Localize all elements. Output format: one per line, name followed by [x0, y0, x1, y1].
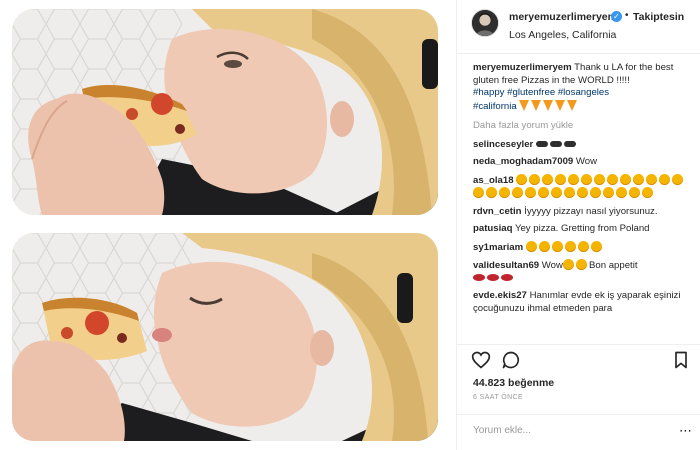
comment-username[interactable]: rdvn_cetin: [473, 206, 522, 217]
pizza-icon: [543, 99, 554, 111]
grin-emoji-icon: [486, 187, 497, 198]
verified-badge-icon: ✓: [611, 11, 622, 22]
comment-text-after: Bon appetit: [588, 260, 638, 271]
grin-emoji-icon: [646, 173, 658, 185]
lips-icon: [501, 273, 513, 281]
grin-emoji-icon: [538, 187, 549, 198]
grin-emoji-icon: [499, 187, 510, 198]
grin-emoji-icon: [594, 173, 606, 185]
comment: rdvn_cetin İyyyyy pizzayı nasıl yiyorsun…: [473, 206, 695, 219]
grin-emoji-icon: [603, 187, 614, 198]
grin-emoji-icon: [616, 187, 627, 198]
caption: meryemuzerlimeryem Thank u LA for the be…: [473, 62, 695, 113]
comment: sy1mariam: [473, 240, 695, 255]
grin-emoji-icon: [525, 240, 537, 252]
post-location[interactable]: Los Angeles, California: [509, 29, 616, 41]
comment-text: Wow: [575, 156, 598, 167]
following-button[interactable]: Takiptesin: [633, 11, 684, 23]
grin-emoji-icon: [633, 173, 645, 185]
grin-emoji-icon: [564, 187, 575, 198]
lips-icon: [473, 273, 485, 281]
hashtag-link[interactable]: #california: [473, 101, 517, 112]
comment: validesultan69 Wow Bon appetit: [473, 259, 695, 285]
grin-emoji-icon: [590, 240, 602, 252]
comment-username[interactable]: validesultan69: [473, 260, 539, 271]
lips-icon: [487, 273, 499, 281]
post-author-username[interactable]: meryemuzerlimeryem: [509, 11, 617, 23]
comment-text: Yey pizza. Gretting from Poland: [514, 223, 650, 234]
pizza-icon: [555, 99, 566, 111]
grin-emoji-icon: [577, 187, 588, 198]
comment-username[interactable]: selinceseyler: [473, 139, 533, 150]
grin-emoji-icon: [659, 173, 671, 185]
hashtag-link[interactable]: #happy: [473, 87, 504, 98]
separator-dot: •: [625, 10, 629, 21]
grin-emoji-icon: [577, 240, 589, 252]
sunglasses-icon: [563, 140, 576, 147]
grin-emoji-icon: [555, 173, 567, 185]
add-comment-bar: ⋯: [457, 414, 700, 450]
grin-emoji-icon: [562, 259, 574, 270]
grin-emoji-icon: [568, 173, 580, 185]
grin-emoji-group: [525, 240, 604, 253]
grin-emoji-icon: [473, 187, 484, 198]
like-heart-icon[interactable]: [471, 350, 491, 370]
comment-username[interactable]: sy1mariam: [473, 242, 523, 253]
pizza-icon: [567, 99, 578, 111]
sunglasses-icon: [535, 140, 548, 147]
grin-emoji-icon: [551, 187, 562, 198]
photo-top-woman-eating-pizza: [12, 9, 438, 215]
grin-emoji-icon: [672, 173, 684, 185]
comment: evde.ekis27 Hanımlar evde ek iş yaparak …: [473, 290, 695, 315]
hashtag-link[interactable]: #losangeles: [558, 87, 609, 98]
grin-emoji-icon: [529, 173, 541, 185]
comment-username[interactable]: neda_moghadam7009: [473, 156, 573, 167]
comment-username[interactable]: as_ola18: [473, 175, 514, 186]
pizza-emoji-group: [519, 99, 579, 112]
add-comment-input[interactable]: [473, 425, 663, 436]
grin-emoji-icon: [607, 173, 619, 185]
comment-text: Wow: [541, 260, 563, 271]
comments-list: meryemuzerlimeryem Thank u LA for the be…: [473, 62, 695, 342]
pizza-icon: [531, 99, 542, 111]
grin-emoji-icon: [542, 173, 554, 185]
comment-username[interactable]: evde.ekis27: [473, 290, 527, 301]
more-options-icon[interactable]: ⋯: [679, 423, 692, 439]
grin-emoji-icon: [538, 240, 550, 252]
post-side-panel: meryemuzerlimeryem ✓ • Takiptesin Los An…: [456, 0, 700, 450]
grin-emoji-icon: [629, 187, 640, 198]
grin-emoji-icon: [551, 240, 563, 252]
post-header: meryemuzerlimeryem ✓ • Takiptesin Los An…: [457, 0, 700, 54]
grin-emoji-icon: [620, 173, 632, 185]
avatar[interactable]: [471, 9, 499, 37]
grin-emoji-icon: [642, 187, 653, 198]
action-bar: [457, 344, 700, 370]
comment: patusiaq Yey pizza. Gretting from Poland: [473, 223, 695, 236]
load-more-comments-link[interactable]: Daha fazla yorum yükle: [473, 120, 695, 133]
caption-username[interactable]: meryemuzerlimeryem: [473, 62, 572, 73]
hashtag-link[interactable]: #glutenfree: [507, 87, 555, 98]
bookmark-icon[interactable]: [671, 350, 691, 370]
photo-bottom-woman-kissing-pizza: [12, 233, 438, 441]
grin-emoji-icon: [590, 187, 601, 198]
pizza-icon: [519, 99, 530, 111]
sunglasses-icon: [549, 140, 562, 147]
grin-emoji-icon: [564, 240, 576, 252]
comment-bubble-icon[interactable]: [501, 350, 521, 370]
comment-text: İyyyyy pizzayı nasıl yiyorsunuz.: [524, 205, 658, 217]
grin-emoji-icon: [525, 187, 536, 198]
grin-emoji-icon: [581, 173, 593, 185]
like-count[interactable]: 44.823 beğenme: [473, 377, 554, 389]
comment: selinceseyler: [473, 139, 695, 152]
comment: neda_moghadam7009 Wow: [473, 156, 695, 169]
comment-username[interactable]: patusiaq: [473, 223, 512, 234]
grin-emoji-icon: [575, 259, 587, 270]
grin-emoji-icon: [512, 187, 523, 198]
post-photo-collage[interactable]: [0, 0, 452, 450]
post-timestamp[interactable]: 6 SAAT ÖNCE: [473, 394, 523, 401]
comment: as_ola18: [473, 173, 695, 201]
grin-emoji-icon: [516, 173, 528, 185]
